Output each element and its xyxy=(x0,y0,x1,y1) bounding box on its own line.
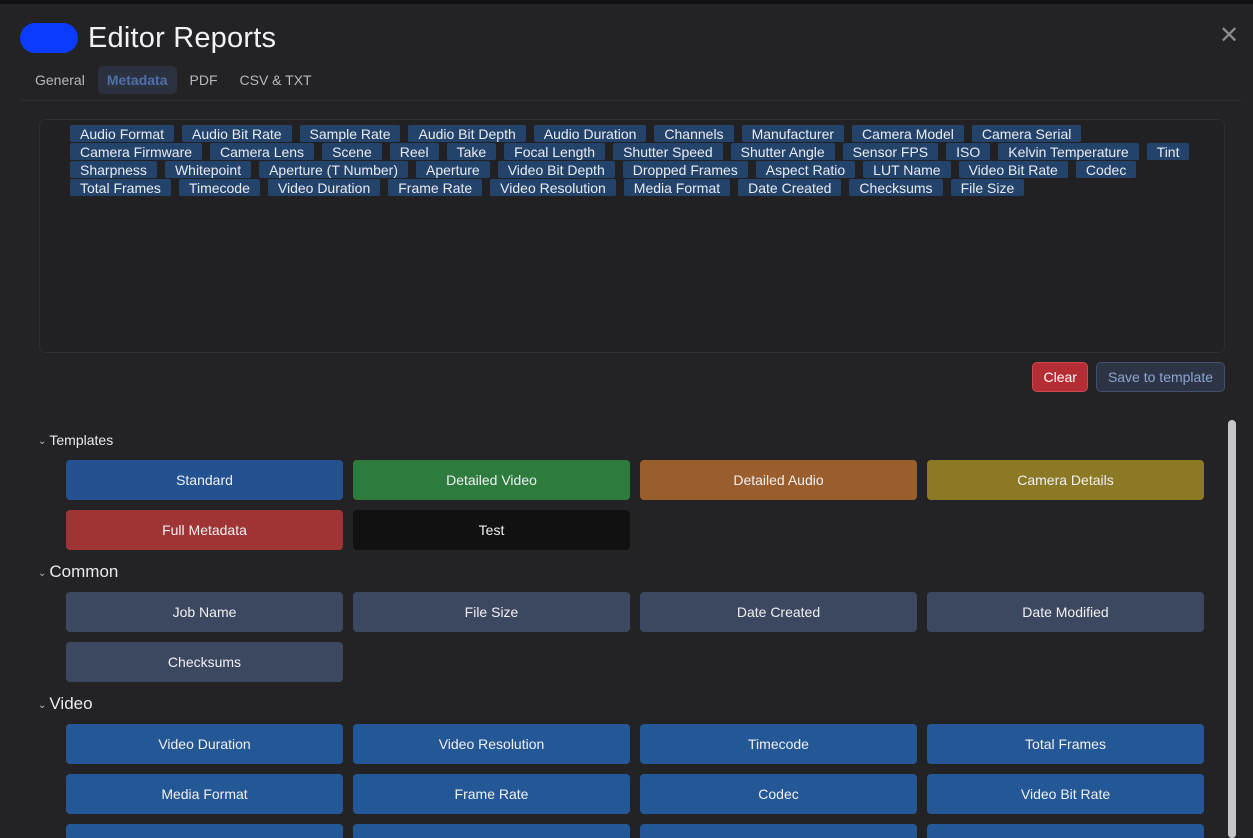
field-chip[interactable]: Camera Lens xyxy=(210,143,315,160)
field-chip[interactable]: Shutter Angle xyxy=(730,143,835,160)
field-button[interactable]: Video Bit Rate xyxy=(927,774,1204,814)
field-chip[interactable]: Frame Rate xyxy=(388,179,483,196)
field-button[interactable]: Media Format xyxy=(66,774,343,814)
field-chip[interactable]: Whitepoint xyxy=(164,161,252,178)
video-grid: Video Duration Video Resolution Timecode… xyxy=(66,724,1204,838)
template-full-metadata-button[interactable]: Full Metadata xyxy=(66,510,343,550)
field-chip[interactable]: Video Duration xyxy=(267,179,381,196)
field-chip[interactable]: Timecode xyxy=(178,179,260,196)
selected-fields-box[interactable]: Audio Format Audio Bit Rate Sample Rate … xyxy=(39,119,1225,353)
chevron-down-icon: ⌄ xyxy=(38,699,47,711)
field-button[interactable]: Video Resolution xyxy=(353,724,630,764)
field-button-partial[interactable] xyxy=(640,824,917,838)
close-icon[interactable]: ✕ xyxy=(1217,24,1241,48)
field-chip[interactable]: Media Format xyxy=(623,179,731,196)
field-chip[interactable]: Total Frames xyxy=(70,179,171,196)
field-chip[interactable]: Audio Format xyxy=(70,125,175,142)
template-test-button[interactable]: Test xyxy=(353,510,630,550)
field-chip[interactable]: Codec xyxy=(1075,161,1137,178)
editor-reports-window: Editor Reports ✕ General Metadata PDF CS… xyxy=(0,0,1253,838)
field-button[interactable]: Checksums xyxy=(66,642,343,682)
field-chip[interactable]: Video Bit Rate xyxy=(958,161,1068,178)
tab-divider xyxy=(20,100,1241,101)
field-button-partial[interactable] xyxy=(66,824,343,838)
selected-fields-list: Audio Format Audio Bit Rate Sample Rate … xyxy=(70,125,1194,196)
template-detailed-video-button[interactable]: Detailed Video xyxy=(353,460,630,500)
field-button[interactable]: Date Created xyxy=(640,592,917,632)
field-chip[interactable]: Take xyxy=(446,143,497,160)
field-chip[interactable]: Aperture (T Number) xyxy=(259,161,408,178)
field-chip[interactable]: Audio Bit Rate xyxy=(182,125,292,142)
field-button[interactable]: Video Duration xyxy=(66,724,343,764)
app-badge xyxy=(20,23,78,53)
templates-grid: Standard Detailed Video Detailed Audio C… xyxy=(66,460,1204,550)
field-chip[interactable]: Checksums xyxy=(849,179,943,196)
field-picker-scroll-area[interactable]: ⌄ Templates Standard Detailed Video Deta… xyxy=(0,420,1253,838)
field-chip[interactable]: Video Resolution xyxy=(490,179,616,196)
field-button[interactable]: Date Modified xyxy=(927,592,1204,632)
common-grid: Job Name File Size Date Created Date Mod… xyxy=(66,592,1204,682)
field-button[interactable]: File Size xyxy=(353,592,630,632)
field-chip[interactable]: Kelvin Temperature xyxy=(998,143,1139,160)
field-button[interactable]: Frame Rate xyxy=(353,774,630,814)
section-title: Video xyxy=(49,694,93,713)
field-chip[interactable]: Audio Bit Depth xyxy=(408,125,526,142)
field-chip[interactable]: Camera Firmware xyxy=(70,143,203,160)
field-chip[interactable]: Shutter Speed xyxy=(613,143,723,160)
clear-button[interactable]: Clear xyxy=(1032,362,1088,392)
field-button[interactable]: Timecode xyxy=(640,724,917,764)
top-border xyxy=(0,0,1253,4)
section-common: ⌄ Common xyxy=(38,562,118,582)
field-chip[interactable]: Video Bit Depth xyxy=(497,161,615,178)
field-chip[interactable]: Focal Length xyxy=(504,143,606,160)
chevron-down-icon: ⌄ xyxy=(38,567,47,579)
field-chip[interactable]: Scene xyxy=(322,143,382,160)
field-chip[interactable]: Reel xyxy=(389,143,439,160)
field-button[interactable]: Total Frames xyxy=(927,724,1204,764)
field-chip[interactable]: Sharpness xyxy=(70,161,157,178)
field-chip[interactable]: Date Created xyxy=(738,179,842,196)
section-video-header[interactable]: ⌄ Video xyxy=(38,694,93,714)
field-chip[interactable]: Sample Rate xyxy=(299,125,401,142)
tab-pdf[interactable]: PDF xyxy=(181,66,227,94)
section-templates: ⌄ Templates xyxy=(38,432,113,448)
title-bar: Editor Reports xyxy=(20,16,276,60)
tab-csv-txt[interactable]: CSV & TXT xyxy=(231,66,321,94)
field-chip[interactable]: Aspect Ratio xyxy=(755,161,856,178)
scrollbar-thumb[interactable] xyxy=(1228,420,1236,838)
field-button[interactable]: Job Name xyxy=(66,592,343,632)
section-templates-header[interactable]: ⌄ Templates xyxy=(38,432,113,448)
field-button-partial[interactable] xyxy=(353,824,630,838)
field-chip[interactable]: Aperture xyxy=(416,161,490,178)
field-chip[interactable]: Tint xyxy=(1146,143,1190,160)
field-chip[interactable]: Dropped Frames xyxy=(622,161,748,178)
field-button[interactable]: Codec xyxy=(640,774,917,814)
field-actions: Clear Save to template xyxy=(1032,362,1225,392)
field-chip[interactable]: Sensor FPS xyxy=(842,143,939,160)
tab-bar: General Metadata PDF CSV & TXT xyxy=(26,66,321,94)
tab-metadata[interactable]: Metadata xyxy=(97,66,177,94)
field-chip[interactable]: Camera Serial xyxy=(971,125,1082,142)
section-video: ⌄ Video xyxy=(38,694,93,714)
field-chip[interactable]: Camera Model xyxy=(852,125,964,142)
field-chip[interactable]: File Size xyxy=(950,179,1025,196)
section-title: Templates xyxy=(49,432,114,448)
tab-general[interactable]: General xyxy=(26,66,94,94)
section-title: Common xyxy=(49,562,119,581)
field-chip[interactable]: Manufacturer xyxy=(741,125,845,142)
section-common-header[interactable]: ⌄ Common xyxy=(38,562,118,582)
save-to-template-button[interactable]: Save to template xyxy=(1095,362,1225,392)
field-button-partial[interactable] xyxy=(927,824,1204,838)
window-title: Editor Reports xyxy=(88,21,277,54)
template-detailed-audio-button[interactable]: Detailed Audio xyxy=(640,460,917,500)
chevron-down-icon: ⌄ xyxy=(38,435,47,447)
template-standard-button[interactable]: Standard xyxy=(66,460,343,500)
field-chip[interactable]: LUT Name xyxy=(863,161,951,178)
field-chip[interactable]: Channels xyxy=(654,125,734,142)
field-chip[interactable]: Audio Duration xyxy=(533,125,647,142)
scrollbar[interactable] xyxy=(1226,420,1238,838)
template-camera-details-button[interactable]: Camera Details xyxy=(927,460,1204,500)
field-chip[interactable]: ISO xyxy=(946,143,991,160)
